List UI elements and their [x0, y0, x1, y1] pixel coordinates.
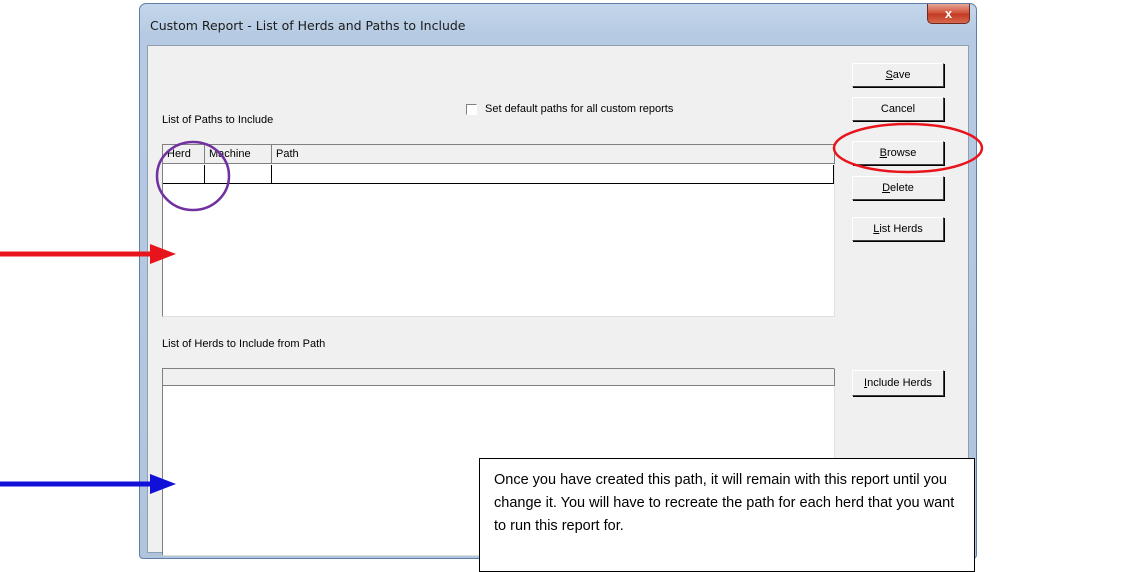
- callout-note: Once you have created this path, it will…: [479, 458, 975, 572]
- default-paths-checkbox-label: Set default paths for all custom reports: [485, 103, 674, 115]
- window-title: Custom Report - List of Herds and Paths …: [150, 18, 466, 33]
- list-herds-button[interactable]: List Herds: [852, 217, 944, 241]
- save-button[interactable]: Save: [852, 63, 944, 87]
- column-header-herd[interactable]: Herd: [163, 145, 205, 164]
- default-paths-checkbox[interactable]: [466, 104, 477, 115]
- paths-section-label: List of Paths to Include: [162, 114, 274, 126]
- column-header-machine[interactable]: Machine: [205, 145, 272, 164]
- browse-button[interactable]: Browse: [852, 141, 944, 165]
- column-header-path[interactable]: Path: [272, 145, 835, 164]
- herds-list-header: [163, 369, 835, 386]
- close-button[interactable]: x: [927, 4, 970, 24]
- herds-section-label: List of Herds to Include from Path: [162, 338, 326, 350]
- herd-cell[interactable]: [163, 165, 205, 184]
- paths-list[interactable]: Herd Machine Path: [162, 144, 835, 317]
- cancel-button[interactable]: Cancel: [852, 97, 944, 121]
- delete-button[interactable]: Delete: [852, 176, 944, 200]
- include-herds-button[interactable]: Include Herds: [852, 370, 944, 396]
- machine-cell[interactable]: [205, 165, 272, 184]
- path-cell[interactable]: [272, 165, 834, 184]
- title-bar[interactable]: Custom Report - List of Herds and Paths …: [140, 4, 976, 44]
- callout-text: Once you have created this path, it will…: [494, 472, 955, 534]
